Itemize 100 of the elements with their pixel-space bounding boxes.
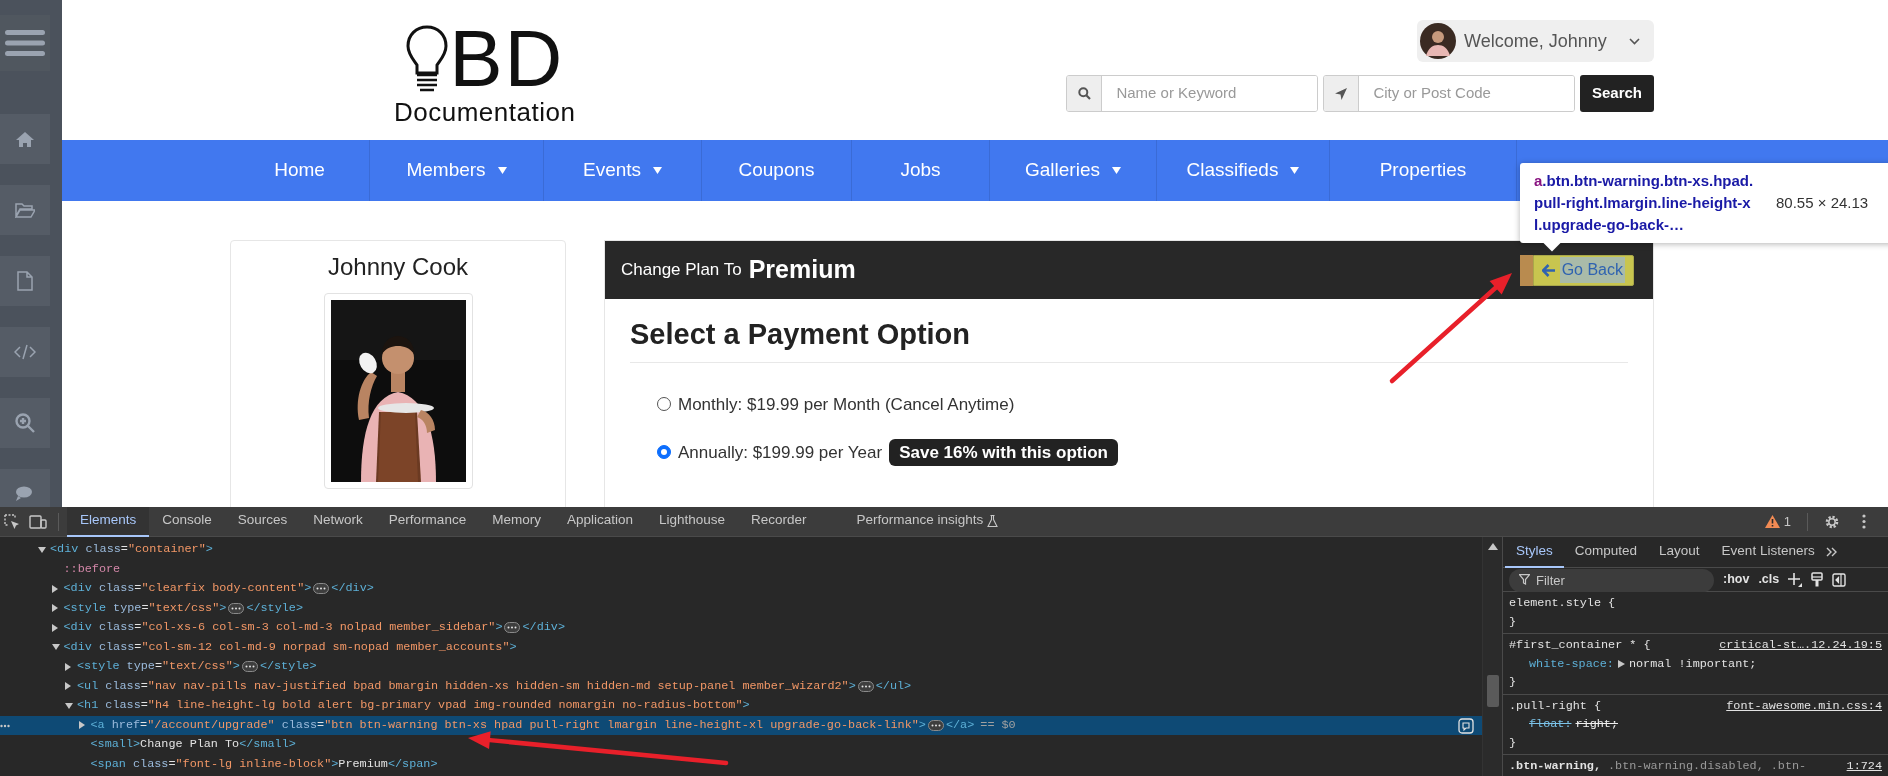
devtools-tab[interactable]: Performance xyxy=(375,506,480,537)
source-link[interactable]: font-awesome.min.css:4 xyxy=(1726,696,1882,715)
toggle-button[interactable]: :hov xyxy=(1723,570,1750,589)
expand-arrow-icon[interactable] xyxy=(78,721,85,730)
dom-node-row[interactable]: <ul class="nav nav-pills nav-justified bpad bmargin hidden-xs hidden-sm hidden-md setup-panel member_wizard2"> </ul> xyxy=(0,676,1482,696)
menu-icon[interactable] xyxy=(5,28,45,58)
zoom-in-icon[interactable] xyxy=(15,413,35,433)
styles-tab[interactable]: Event Listeners xyxy=(1710,537,1826,568)
ellipsis-icon[interactable] xyxy=(241,661,258,673)
source-link[interactable]: critical-st….12.24.19:5 xyxy=(1719,636,1882,655)
dom-node-row[interactable]: <div class="col-xs-6 col-sm-3 col-md-3 nolpad member_sidebar"> </div> xyxy=(0,618,1482,638)
expand-arrow-icon[interactable] xyxy=(65,662,71,671)
styles-tab[interactable]: Layout xyxy=(1648,537,1711,568)
devtools-tab[interactable]: Recorder xyxy=(738,506,820,537)
expand-arrow-icon[interactable] xyxy=(51,604,58,613)
paint-brush-icon[interactable] xyxy=(1811,572,1824,587)
ai-assistant-icon[interactable] xyxy=(1458,717,1474,734)
devtools-tab[interactable]: Lighthouse xyxy=(645,506,739,537)
devtools-tab[interactable]: Application xyxy=(553,506,646,537)
nav-item[interactable]: Galleries xyxy=(990,140,1157,201)
warning-icon xyxy=(1764,515,1780,528)
closing-tag: </div> xyxy=(331,579,374,599)
option-label: Monthly: $19.99 per Month (Cancel Anytime) xyxy=(678,393,1015,416)
css-selector: .btn-warning, xyxy=(1509,758,1602,775)
devtools-tab[interactable]: Memory xyxy=(479,506,554,537)
closing-brace: } xyxy=(1509,674,1518,691)
nav-item[interactable]: Members xyxy=(370,140,544,201)
dom-node-row[interactable]: <style type="text/css"> </style> xyxy=(0,598,1482,618)
ellipsis-icon[interactable] xyxy=(228,602,245,614)
expand-arrow-icon[interactable] xyxy=(1617,659,1625,668)
search-button[interactable]: Search xyxy=(1579,75,1654,112)
more-icon[interactable] xyxy=(0,723,10,728)
expand-arrow-icon[interactable] xyxy=(65,702,73,709)
settings-icon[interactable] xyxy=(1824,513,1840,530)
inspect-icon[interactable] xyxy=(4,513,20,530)
css-property: float: xyxy=(1529,716,1572,733)
file-icon[interactable] xyxy=(17,271,33,291)
styles-tab[interactable]: Styles xyxy=(1505,537,1564,568)
css-property: white-space: xyxy=(1529,655,1614,673)
expand-arrow-icon[interactable] xyxy=(51,644,60,651)
nav-item[interactable]: Home xyxy=(230,140,370,201)
device-toolbar-icon[interactable] xyxy=(29,513,47,530)
ellipsis-icon[interactable] xyxy=(504,622,521,634)
code-line: <a href="/account/upgrade" class="btn btn-warning btn-xs hpad pull-right lmargin line-height-xl upgrade-go-back-link"> xyxy=(90,716,926,734)
more-options-icon[interactable] xyxy=(1862,514,1866,529)
scrollbar-thumb[interactable] xyxy=(1487,675,1499,707)
ellipsis-icon[interactable] xyxy=(927,719,944,731)
ellipsis-icon[interactable] xyxy=(857,680,874,692)
css-declaration[interactable]: white-space: normal !important; xyxy=(1509,654,1882,673)
devtools-tab[interactable]: Sources xyxy=(224,506,301,537)
account-menu[interactable]: Welcome, Johnny xyxy=(1417,20,1654,62)
source-link[interactable]: 1:724 xyxy=(1846,757,1882,776)
code-line: <h1 class="h4 line-height-lg bold alert bg-primary vpad img-rounded nomargin no-radius-bottom"> xyxy=(77,697,750,714)
code-line: <div class="col-sm-12 col-md-9 norpad sm-nopad member_accounts"> xyxy=(63,638,517,656)
dom-node-row[interactable]: <style type="text/css"> </style> xyxy=(0,657,1482,677)
filter-icon xyxy=(1519,574,1530,585)
dom-node-row[interactable]: <h1 class="h4 line-height-lg bold alert bg-primary vpad img-rounded nomargin no-radius-bottom"> xyxy=(0,696,1482,716)
styles-tab[interactable]: Computed xyxy=(1563,537,1649,568)
code-icon[interactable] xyxy=(14,344,36,360)
expand-arrow-icon[interactable] xyxy=(38,546,46,553)
nav-item[interactable]: Jobs xyxy=(852,140,990,201)
devtools-tab[interactable]: Performance insights xyxy=(843,506,1012,537)
code-line: <ul class="nav nav-pills nav-justified bpad bmargin hidden-xs hidden-sm hidden-md setup-panel member_wizard2"> xyxy=(77,677,856,695)
sidebar-toggle-icon[interactable] xyxy=(1832,572,1847,587)
element-size: 80.55 × 24.13 xyxy=(1776,192,1869,213)
css-value: normal !important; xyxy=(1628,655,1757,673)
dom-node-row[interactable]: <span class="font-lg inline-block">Premium</span> xyxy=(0,754,1482,774)
dom-node-row[interactable]: <div class="container"> xyxy=(0,540,1482,560)
expand-arrow-icon[interactable] xyxy=(65,682,71,691)
ellipsis-icon[interactable] xyxy=(313,583,330,595)
expand-arrow-icon[interactable] xyxy=(51,584,58,593)
warning-count[interactable]: 1 xyxy=(1783,511,1791,532)
dom-node-row[interactable]: <div class="clearfix body-content"> </div> xyxy=(0,579,1482,599)
plus-icon[interactable] xyxy=(1788,572,1803,587)
radio-button[interactable] xyxy=(657,397,671,412)
dom-node-row[interactable]: <small>Change Plan To</small> xyxy=(0,735,1482,755)
dom-node-row[interactable]: <div class="col-sm-12 col-md-9 norpad sm-nopad member_accounts"> xyxy=(0,637,1482,657)
devtools-tab[interactable]: Network xyxy=(300,506,376,537)
location-field[interactable]: City or Post Code xyxy=(1322,75,1575,112)
nav-item[interactable]: Properties xyxy=(1330,140,1517,201)
scroll-up-icon[interactable] xyxy=(1488,543,1498,550)
expand-arrow-icon[interactable] xyxy=(51,623,58,632)
home-icon[interactable] xyxy=(16,131,34,147)
radio-button[interactable] xyxy=(657,445,671,460)
dom-node-row[interactable]: ::before xyxy=(0,559,1482,579)
dom-node-row[interactable]: <a href="/account/upgrade" class="btn btn-warning btn-xs hpad pull-right lmargin line-height-xl upgrade-go-back-link"> </a> == $0 xyxy=(0,715,1482,735)
keyword-field[interactable]: Name or Keyword xyxy=(1065,75,1318,112)
nav-item[interactable]: Classifieds xyxy=(1157,140,1330,201)
closing-brace: } xyxy=(1509,613,1518,631)
nav-item[interactable]: Coupons xyxy=(702,140,852,201)
chevron-double-right-icon[interactable] xyxy=(1825,547,1838,557)
filter-field[interactable]: Filter xyxy=(1509,569,1714,592)
toggle-button[interactable]: .cls xyxy=(1758,570,1780,589)
chat-icon[interactable] xyxy=(15,486,35,502)
devtools-tab[interactable]: Console xyxy=(149,506,225,537)
folder-icon[interactable] xyxy=(15,202,35,218)
nav-item[interactable]: Events xyxy=(544,140,702,201)
css-declaration[interactable]: float: right; xyxy=(1509,715,1882,734)
closing-tag: </a> xyxy=(945,715,975,735)
devtools-tab[interactable]: Elements xyxy=(67,506,150,537)
